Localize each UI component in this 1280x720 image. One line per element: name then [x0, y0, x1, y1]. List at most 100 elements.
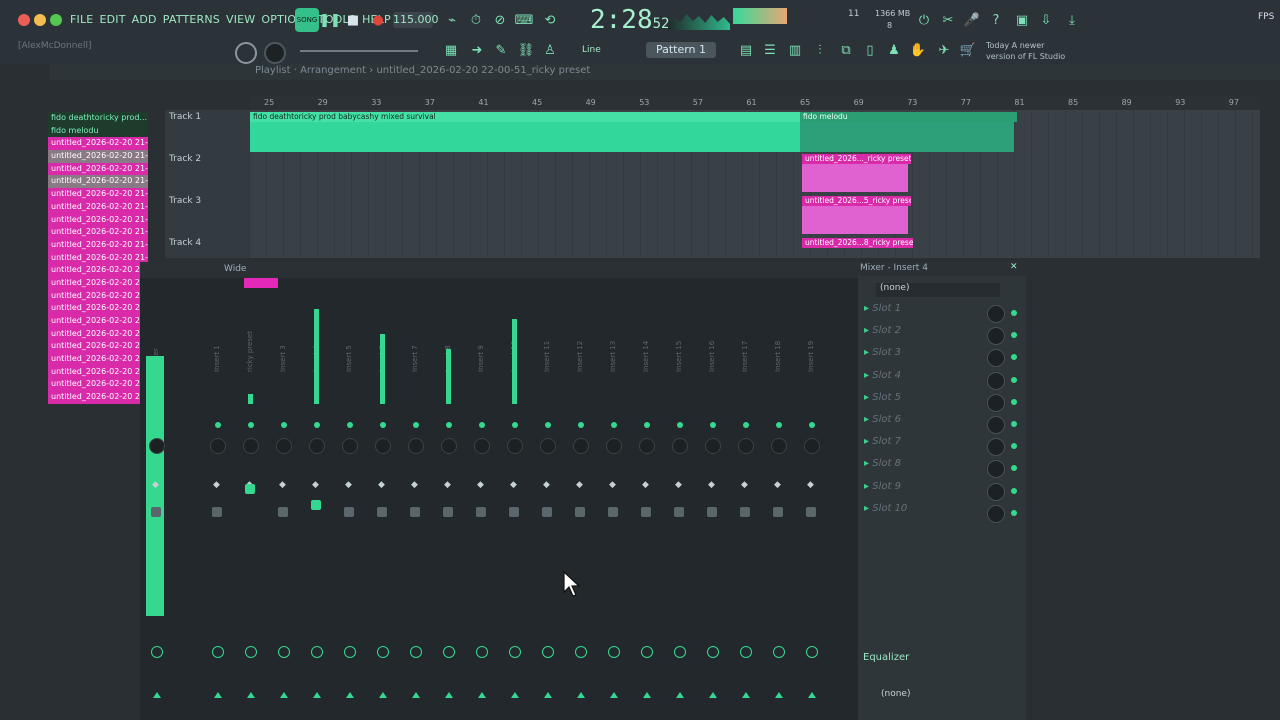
piano-roll-icon[interactable]: ▦ [441, 40, 461, 60]
slot-expand-icon[interactable]: ▸ [864, 414, 869, 425]
mixer-strip[interactable]: Insert 1 ◆ [203, 292, 233, 712]
strip-route-arrow-icon[interactable] [445, 692, 453, 698]
browser-item[interactable]: untitled_2026-02-20 21-... [48, 302, 148, 315]
slot-enable-led[interactable] [1011, 398, 1017, 405]
strip-pan-knob[interactable] [705, 438, 721, 454]
strip-route-arrow-icon[interactable] [544, 692, 552, 698]
strip-route-arrow-icon[interactable] [742, 692, 750, 698]
microphone-icon[interactable]: 🎤 [962, 10, 982, 30]
strip-pan-knob[interactable] [408, 438, 424, 454]
clip-ricky-preset-3-title[interactable]: untitled_2026...8_ricky preset [802, 238, 913, 248]
slot-enable-led[interactable] [1011, 310, 1017, 316]
strip-send-led[interactable] [479, 422, 485, 428]
mixer-strip[interactable]: Insert 19 ◆ [797, 292, 827, 712]
clip-ricky-preset-2-title[interactable]: untitled_2026...5_ricky preset [802, 196, 911, 206]
strip-pan-knob[interactable] [309, 438, 325, 454]
strip-stereo-icon[interactable]: ◆ [213, 480, 220, 490]
strip-send-led[interactable] [154, 422, 160, 428]
strip-stereo-icon[interactable]: ◆ [477, 480, 484, 490]
master-slider[interactable] [300, 50, 418, 52]
strip-volume-fader[interactable] [212, 507, 222, 517]
effect-slot[interactable]: ▸ Slot 1 [864, 303, 1019, 323]
strip-route-button[interactable] [641, 646, 653, 658]
strip-stereo-icon[interactable]: ◆ [152, 480, 159, 490]
strip-pan-knob[interactable] [738, 438, 754, 454]
browser-item[interactable]: untitled_2026-02-20 22-... [48, 391, 148, 404]
mixer-strip[interactable]: Insert 4◆ [302, 292, 332, 712]
save-icon[interactable]: ▣ [1012, 10, 1032, 30]
strip-stereo-icon[interactable]: ◆ [675, 480, 682, 490]
strip-route-button[interactable] [311, 646, 323, 658]
strip-volume-fader[interactable] [542, 507, 552, 517]
strip-stereo-icon[interactable]: ◆ [279, 480, 286, 490]
link-icon[interactable]: ⛓ [516, 40, 536, 60]
arrow-icon[interactable]: ➜ [467, 40, 487, 60]
strip-volume-fader[interactable] [674, 507, 684, 517]
snap-selector[interactable]: Line [582, 45, 601, 55]
mixer-strip[interactable]: Insert 8◆ [434, 292, 464, 712]
strip-volume-fader[interactable] [151, 507, 161, 517]
strip-send-led[interactable] [809, 422, 815, 428]
mixer-strip[interactable]: ricky preset◆ [236, 292, 266, 712]
strip-stereo-icon[interactable]: ◆ [741, 480, 748, 490]
strip-volume-fader[interactable] [509, 507, 519, 517]
slot-enable-led[interactable] [1011, 487, 1017, 494]
strip-volume-fader[interactable] [245, 484, 255, 494]
strip-volume-fader[interactable] [806, 507, 816, 517]
strip-route-arrow-icon[interactable] [643, 692, 651, 698]
strip-send-led[interactable] [743, 422, 749, 428]
selected-insert-tab[interactable] [244, 278, 278, 288]
strip-pan-knob[interactable] [507, 438, 523, 454]
cart-icon[interactable]: 🛒 [958, 40, 978, 60]
mixer-view-mode[interactable]: Wide [224, 264, 246, 274]
record-icon[interactable]: ● [368, 10, 388, 30]
strip-volume-fader[interactable] [278, 507, 288, 517]
strip-route-arrow-icon[interactable] [313, 692, 321, 698]
mixer-strip[interactable]: Insert 14 ◆ [632, 292, 662, 712]
strip-route-arrow-icon[interactable] [214, 692, 222, 698]
strip-route-arrow-icon[interactable] [153, 692, 161, 698]
close-panel-icon[interactable]: ✕ [1010, 262, 1018, 272]
mixer-strip[interactable]: Insert 11 ◆ [533, 292, 563, 712]
strip-stereo-icon[interactable]: ◆ [708, 480, 715, 490]
browser-item[interactable]: fido deathtoricky prod... [48, 112, 148, 125]
browser-item[interactable]: untitled_2026-02-20 21-... [48, 353, 148, 366]
menu-patterns[interactable]: PATTERNS [163, 13, 220, 26]
strip-send-led[interactable] [413, 422, 419, 428]
strip-volume-fader[interactable] [707, 507, 717, 517]
strip-pan-knob[interactable] [276, 438, 292, 454]
effect-slot[interactable]: ▸ Slot 8 [864, 458, 1019, 479]
strip-route-arrow-icon[interactable] [808, 692, 816, 698]
effect-slot[interactable]: ▸ Slot 10 [864, 503, 1019, 523]
channel-rack-icon[interactable]: ☰ [760, 40, 780, 60]
slot-mix-knob[interactable] [987, 393, 1005, 412]
slot-enable-led[interactable] [1011, 354, 1017, 361]
strip-send-led[interactable] [611, 422, 617, 428]
mixer-strip[interactable]: Master◆ [142, 292, 172, 712]
strip-pan-knob[interactable] [573, 438, 589, 454]
strip-volume-fader[interactable] [311, 500, 321, 510]
insert-output-select[interactable]: (none) [881, 689, 910, 699]
strip-volume-fader[interactable] [344, 507, 354, 517]
wait-record-icon[interactable]: ⏱ [466, 10, 486, 30]
browser-item[interactable]: untitled_2026-02-20 21-53... [48, 213, 148, 227]
strip-route-button[interactable] [608, 646, 620, 658]
menu-edit[interactable]: EDIT [99, 13, 125, 26]
browser-item[interactable]: untitled_2026-02-20 21-51... [48, 137, 148, 151]
mixer-icon[interactable]: ⫶ [810, 40, 830, 60]
strip-route-button[interactable] [542, 646, 554, 658]
strip-pan-knob[interactable] [672, 438, 688, 454]
mixer-strip[interactable]: Insert 18 ◆ [764, 292, 794, 712]
slot-expand-icon[interactable]: ▸ [864, 503, 869, 514]
strip-volume-fader[interactable] [377, 507, 387, 517]
zoom-window-icon[interactable] [50, 14, 62, 26]
browser-item[interactable]: untitled_2026-02-20 21-51... [48, 150, 148, 163]
countdown-icon[interactable]: ⊘ [490, 10, 510, 30]
strip-route-button[interactable] [151, 646, 163, 658]
strip-stereo-icon[interactable]: ◆ [807, 480, 814, 490]
step-edit-icon[interactable]: ⌨ [514, 10, 534, 30]
strip-send-led[interactable] [380, 422, 386, 428]
browser-item[interactable]: untitled_2026-02-20 21-52... [48, 162, 148, 176]
strip-route-button[interactable] [806, 646, 818, 658]
clip-fido-melodu[interactable] [800, 122, 1014, 152]
